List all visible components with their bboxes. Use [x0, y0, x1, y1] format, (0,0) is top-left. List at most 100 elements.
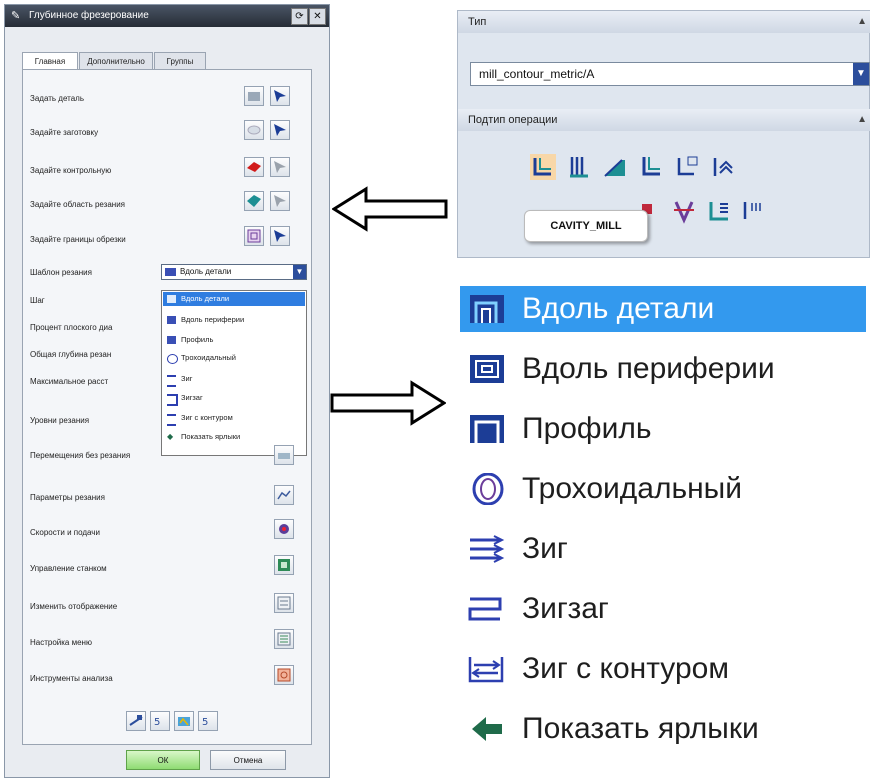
collapse-icon[interactable]: ▲ [857, 109, 867, 131]
big-item-zigzag[interactable]: Зигзаг [460, 586, 609, 632]
zig-icon [470, 535, 505, 563]
flowcut-icon[interactable] [740, 198, 766, 224]
select-part-icon[interactable] [270, 86, 290, 106]
big-item-show-shortcuts[interactable]: Показать ярлыки [460, 706, 759, 752]
ok-button[interactable]: ОК [126, 750, 200, 770]
cut-area-icon[interactable] [244, 191, 264, 211]
row-label-edit-display: Изменить отображение [30, 602, 118, 611]
dropdown-item-zig[interactable]: Зиг [163, 372, 305, 387]
replay-path-icon[interactable]: 5 [150, 711, 170, 731]
operation-tooltip: CAVITY_MILL [524, 210, 648, 242]
big-item-zig-with-contour[interactable]: Зиг с контуром [460, 646, 729, 692]
svg-text:5: 5 [154, 717, 160, 728]
dialog-titlebar: ✎ Глубинное фрезерование ⟳ ✕ [5, 5, 329, 27]
part-geometry-icon[interactable] [244, 86, 264, 106]
corner-rough-icon[interactable] [602, 154, 628, 180]
big-item-follow-part[interactable]: Вдоль детали [460, 286, 866, 332]
trochoidal-icon [167, 354, 178, 364]
menu-setup-icon[interactable] [274, 629, 294, 649]
chevron-down-icon[interactable]: ▼ [853, 63, 869, 85]
big-item-label: Показать ярлыки [522, 712, 759, 745]
select-check-icon[interactable] [270, 157, 290, 177]
dropdown-item-follow-part[interactable]: Вдоль детали [163, 292, 305, 306]
row-label-menu-setup: Настройка меню [30, 638, 92, 647]
list-path-icon[interactable]: 5 [198, 711, 218, 731]
row-label-cut-pattern: Шаблон резания [30, 268, 92, 277]
row-label-cut-levels: Уровни резания [30, 416, 90, 425]
row-label-stepover: Шаг [30, 296, 45, 305]
edit-display-icon[interactable] [274, 593, 294, 613]
row-label-total-depth: Общая глубина резан [30, 350, 112, 359]
cutting-parameters-icon[interactable] [274, 485, 294, 505]
dropdown-item-follow-periphery[interactable]: Вдоль периферии [163, 313, 305, 327]
zig-icon [167, 375, 176, 387]
dialog-title: Глубинное фрезерование [29, 10, 149, 21]
row-label-specify-blank: Задайте заготовку [30, 128, 99, 137]
analysis-tools-icon[interactable] [274, 665, 294, 685]
big-item-label: Зигзаг [522, 592, 609, 625]
chevron-down-icon[interactable]: ▼ [293, 265, 306, 279]
rest-mill-icon[interactable] [638, 154, 664, 180]
close-icon[interactable]: ✕ [309, 8, 326, 25]
dropdown-item-zig-with-contour[interactable]: Зиг с контуром [163, 411, 305, 426]
tab-groups[interactable]: Группы [154, 52, 206, 70]
tab-additional[interactable]: Дополнительно [79, 52, 153, 70]
svg-text:5: 5 [202, 717, 208, 728]
big-item-label: Зиг [522, 532, 568, 565]
big-item-label: Вдоль периферии [522, 352, 775, 385]
zlevel-corner-icon[interactable] [710, 154, 736, 180]
cut-pattern-select[interactable]: Вдоль детали ▼ [161, 264, 307, 280]
machine-control-icon[interactable] [274, 555, 294, 575]
subtype-header-label: Подтип операции [468, 114, 558, 126]
row-label-max-distance: Максимальное расст [30, 377, 109, 386]
row-label-feeds-speeds: Скорости и подачи [30, 528, 100, 537]
trim-boundary-icon[interactable] [244, 226, 264, 246]
type-value: mill_contour_metric/A [479, 67, 595, 81]
check-geometry-icon[interactable] [244, 157, 264, 177]
non-cutting-moves-icon[interactable] [274, 445, 294, 465]
big-item-label: Профиль [522, 412, 652, 445]
big-item-profile[interactable]: Профиль [460, 406, 652, 452]
zig-with-contour-icon [167, 414, 176, 426]
verify-path-icon[interactable] [174, 711, 194, 731]
contour-area-icon[interactable] [670, 198, 696, 224]
dropdown-item-show-shortcuts[interactable]: ◆ Показать ярлыки [163, 430, 305, 444]
generate-path-icon[interactable] [126, 711, 146, 731]
dropdown-item-label: Вдоль периферии [181, 315, 245, 324]
zlevel-profile-icon[interactable] [674, 154, 700, 180]
select-trim-icon[interactable] [270, 226, 290, 246]
follow-part-icon [167, 295, 176, 303]
select-blank-icon[interactable] [270, 120, 290, 140]
big-item-label: Вдоль детали [522, 292, 715, 325]
profile-icon [167, 336, 176, 344]
type-section-header[interactable]: Тип ▲ [458, 11, 870, 33]
trochoidal-icon [472, 473, 504, 505]
collapse-icon[interactable]: ▲ [857, 11, 867, 33]
big-item-zig[interactable]: Зиг [460, 526, 568, 572]
follow-periphery-icon [470, 355, 504, 383]
blank-geometry-icon[interactable] [244, 120, 264, 140]
dropdown-item-label: Профиль [181, 335, 214, 344]
subtype-section-header[interactable]: Подтип операции ▲ [458, 109, 870, 131]
dropdown-item-label: Зиг [181, 374, 193, 383]
dropdown-item-trochoidal[interactable]: Трохоидальный [163, 351, 305, 365]
dropdown-item-zigzag[interactable]: Зигзаг [163, 391, 305, 406]
arrow-left-icon [472, 717, 502, 741]
dropdown-item-label: Зиг с контуром [181, 413, 233, 422]
type-select[interactable]: mill_contour_metric/A ▼ [470, 62, 870, 86]
contour-surface-icon[interactable] [706, 198, 732, 224]
feeds-speeds-icon[interactable] [274, 519, 294, 539]
zig-with-contour-icon [468, 657, 504, 683]
cavity-mill-icon[interactable] [530, 154, 556, 180]
cancel-button[interactable]: Отмена [210, 750, 286, 770]
reset-icon[interactable]: ⟳ [291, 8, 308, 25]
arrow-right-icon [330, 380, 446, 426]
dropdown-item-profile[interactable]: Профиль [163, 333, 305, 347]
row-label-specify-part: Задать деталь [30, 94, 84, 103]
big-item-label: Трохоидальный [522, 472, 742, 505]
big-item-trochoidal[interactable]: Трохоидальный [460, 466, 742, 512]
zigzag-icon [167, 394, 178, 406]
select-cut-area-icon[interactable] [270, 191, 290, 211]
big-item-follow-periphery[interactable]: Вдоль периферии [460, 346, 775, 392]
plunge-mill-icon[interactable] [566, 154, 592, 180]
